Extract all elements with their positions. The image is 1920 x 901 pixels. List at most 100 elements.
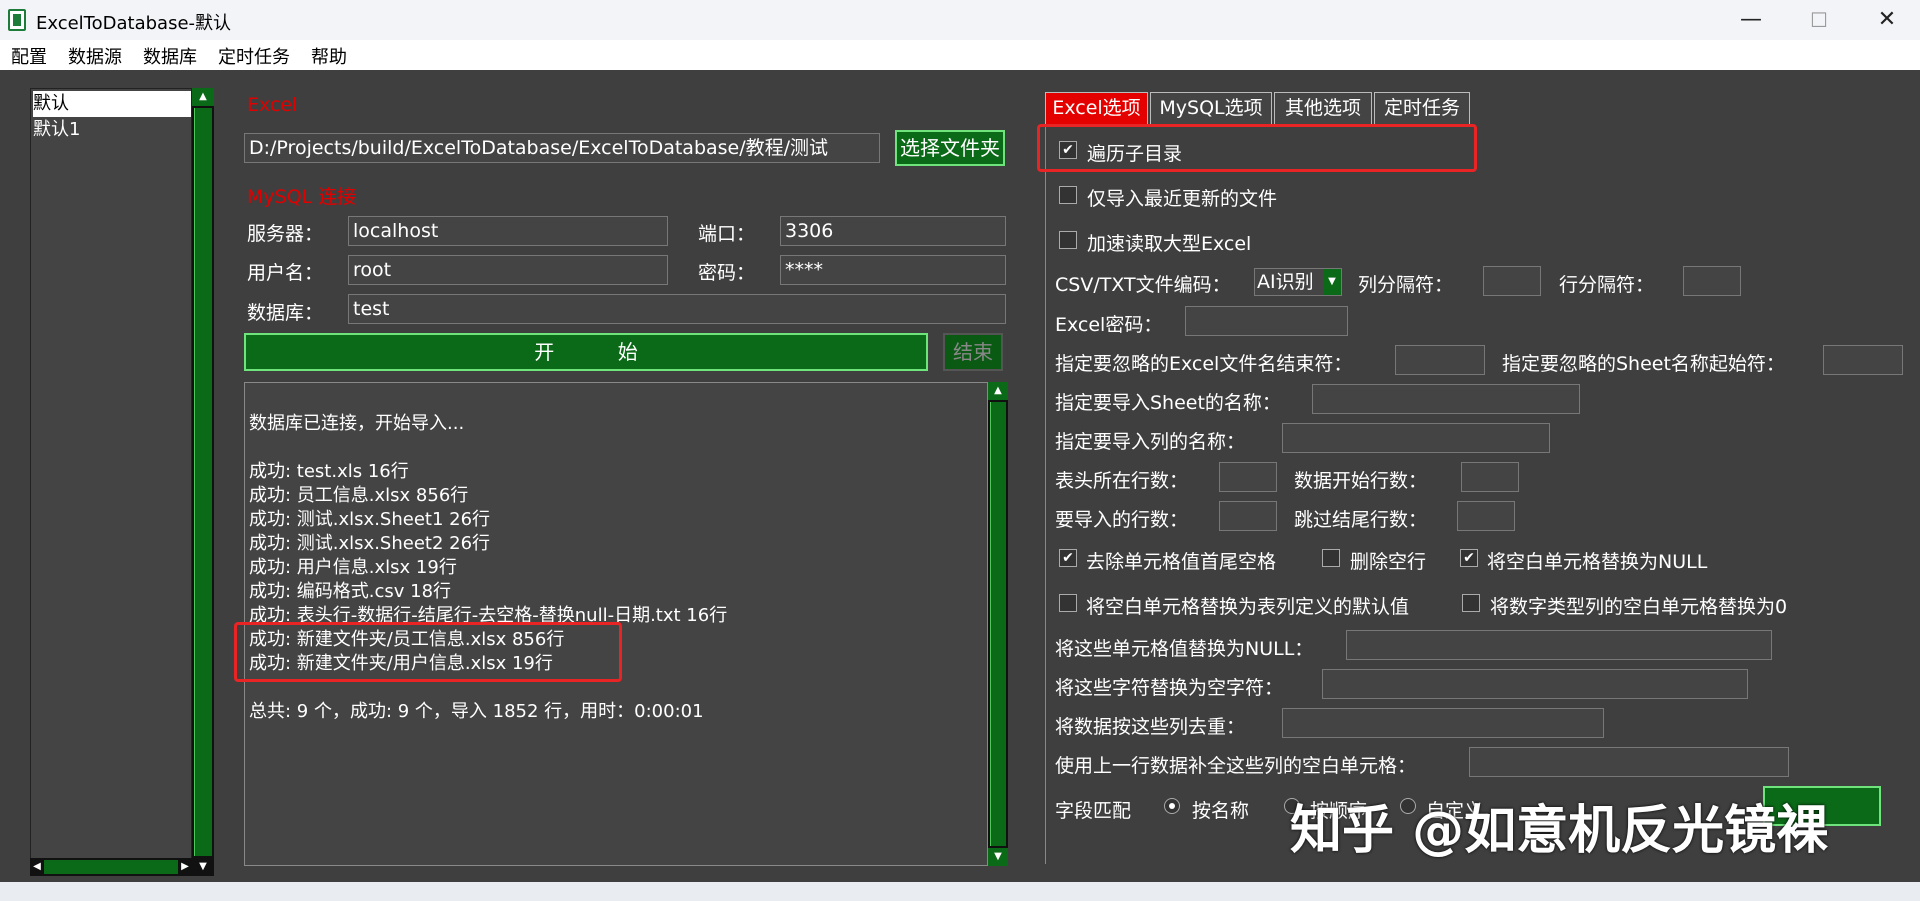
scroll-up-icon[interactable]: ▲: [192, 88, 214, 106]
column-names-input[interactable]: [1282, 423, 1550, 453]
tab-other-options[interactable]: 其他选项: [1274, 92, 1372, 124]
config-list-hscroll[interactable]: ◀ ▶: [30, 858, 192, 876]
menu-config[interactable]: 配置: [11, 43, 47, 69]
highlight-box: [234, 622, 622, 682]
highlight-box: [1037, 124, 1477, 172]
scroll-down-icon[interactable]: ▼: [988, 848, 1008, 866]
skip-tail-input[interactable]: [1457, 501, 1515, 531]
password-input[interactable]: ****: [780, 255, 1006, 285]
config-item-default1[interactable]: 默认1: [33, 117, 191, 143]
server-label: 服务器：: [247, 223, 324, 245]
dedupe-label: 将数据按这些列去重：: [1055, 716, 1246, 738]
fill-from-prev-input[interactable]: [1469, 747, 1789, 777]
column-names-label: 指定要导入列的名称：: [1055, 431, 1246, 453]
menu-datasource[interactable]: 数据源: [68, 43, 122, 69]
csv-encoding-label: CSV/TXT文件编码：: [1055, 274, 1231, 296]
fill-from-prev-label: 使用上一行数据补全这些列的空白单元格：: [1055, 755, 1417, 777]
maximize-button[interactable]: ☐: [1788, 0, 1850, 40]
scroll-right-icon[interactable]: ▶: [178, 858, 192, 876]
excel-password-label: Excel密码：: [1055, 314, 1163, 336]
import-recent-checkbox[interactable]: [1059, 186, 1077, 204]
menu-database[interactable]: 数据库: [143, 43, 197, 69]
scroll-thumb[interactable]: [990, 402, 1006, 846]
row-sep-input[interactable]: [1683, 266, 1741, 296]
server-input[interactable]: localhost: [348, 216, 668, 246]
menu-schedule[interactable]: 定时任务: [218, 43, 290, 69]
scroll-thumb[interactable]: [44, 860, 178, 874]
minimize-button[interactable]: —: [1720, 0, 1782, 40]
window-title: ExcelToDatabase-默认: [36, 13, 232, 34]
tab-mysql-options[interactable]: MySQL选项: [1150, 92, 1272, 124]
username-label: 用户名：: [247, 262, 324, 284]
log-line: 成功: 员工信息.xlsx 856行: [249, 485, 469, 506]
title-bar: ExcelToDatabase-默认 — ☐ ✕: [0, 0, 1920, 40]
chars-to-empty-label: 将这些字符替换为空字符：: [1055, 677, 1284, 699]
blank-to-null-label: 将空白单元格替换为NULL: [1487, 551, 1708, 573]
excel-path-input[interactable]: D:/Projects/build/ExcelToDatabase/ExcelT…: [244, 133, 880, 163]
scroll-thumb[interactable]: [194, 108, 212, 856]
row-sep-label: 行分隔符：: [1559, 274, 1655, 296]
database-input[interactable]: test: [348, 294, 1006, 324]
log-line: 数据库已连接，开始导入...: [249, 413, 465, 434]
ignore-sheet-prefix-input[interactable]: [1823, 345, 1903, 375]
numeric-blank-to-zero-label: 将数字类型列的空白单元格替换为0: [1490, 596, 1788, 618]
trim-spaces-label: 去除单元格值首尾空格: [1086, 551, 1277, 573]
sheet-names-label: 指定要导入Sheet的名称：: [1055, 392, 1281, 414]
match-by-name-label: 按名称: [1192, 800, 1250, 822]
values-to-null-input[interactable]: [1346, 630, 1772, 660]
blank-to-default-checkbox[interactable]: [1059, 594, 1077, 612]
delete-empty-rows-label: 删除空行: [1350, 551, 1427, 573]
blank-to-default-label: 将空白单元格替换为表列定义的默认值: [1086, 596, 1410, 618]
scroll-left-icon[interactable]: ◀: [30, 858, 44, 876]
start-button[interactable]: 开 始: [244, 333, 928, 371]
scroll-down-icon[interactable]: ▼: [192, 858, 214, 876]
password-label: 密码：: [698, 262, 756, 284]
log-line: 成功: test.xls 16行: [249, 461, 409, 482]
log-line: 成功: 用户信息.xlsx 19行: [249, 557, 457, 578]
data-start-label: 数据开始行数：: [1294, 470, 1428, 492]
database-label: 数据库：: [247, 302, 324, 324]
speed-large-excel-checkbox[interactable]: [1059, 231, 1077, 249]
trim-spaces-checkbox[interactable]: ✔: [1059, 549, 1077, 567]
excel-app-icon: [8, 9, 26, 31]
delete-empty-rows-checkbox[interactable]: [1322, 549, 1340, 567]
match-by-name-radio[interactable]: [1164, 798, 1180, 814]
config-item-default[interactable]: 默认: [33, 91, 191, 117]
import-recent-label: 仅导入最近更新的文件: [1087, 188, 1278, 210]
sheet-names-input[interactable]: [1312, 384, 1580, 414]
tab-excel-options[interactable]: Excel选项: [1045, 92, 1148, 124]
tab-schedule[interactable]: 定时任务: [1374, 92, 1470, 124]
mysql-section-label: MySQL 连接: [247, 186, 357, 208]
watermark: 知乎 @如意机反光镜裸: [1290, 801, 1829, 861]
log-line: 成功: 测试.xlsx.Sheet2 26行: [249, 533, 491, 554]
chars-to-empty-input[interactable]: [1322, 669, 1748, 699]
panel-divider: [1045, 124, 1046, 864]
skip-tail-label: 跳过结尾行数：: [1294, 509, 1428, 531]
excel-section-label: Excel: [247, 94, 298, 116]
data-start-input[interactable]: [1461, 462, 1519, 492]
csv-encoding-value: AI识别: [1257, 271, 1314, 293]
ignore-file-suffix-input[interactable]: [1395, 345, 1485, 375]
rows-to-import-label: 要导入的行数：: [1055, 509, 1189, 531]
log-line: 成功: 编码格式.csv 18行: [249, 581, 452, 602]
log-vscroll[interactable]: ▲ ▼: [988, 382, 1008, 866]
excel-password-input[interactable]: [1185, 306, 1348, 336]
username-input[interactable]: root: [348, 255, 668, 285]
chevron-down-icon[interactable]: ▼: [1323, 269, 1341, 295]
numeric-blank-to-zero-checkbox[interactable]: [1462, 594, 1480, 612]
port-input[interactable]: 3306: [780, 216, 1006, 246]
config-list-vscroll[interactable]: ▲ ▼: [192, 88, 214, 876]
csv-encoding-select[interactable]: AI识别 ▼: [1254, 268, 1342, 296]
scroll-up-icon[interactable]: ▲: [988, 382, 1008, 400]
menu-help[interactable]: 帮助: [311, 43, 347, 69]
log-summary: 总共: 9 个，成功: 9 个，导入 1852 行，用时：0:00:01: [249, 701, 704, 722]
dedupe-input[interactable]: [1282, 708, 1604, 738]
header-row-input[interactable]: [1219, 462, 1277, 492]
choose-folder-button[interactable]: 选择文件夹: [895, 130, 1005, 166]
close-button[interactable]: ✕: [1856, 0, 1918, 40]
values-to-null-label: 将这些单元格值替换为NULL：: [1055, 638, 1314, 660]
col-sep-input[interactable]: [1483, 266, 1541, 296]
stop-button[interactable]: 结束: [943, 333, 1003, 371]
rows-to-import-input[interactable]: [1219, 501, 1277, 531]
blank-to-null-checkbox[interactable]: ✔: [1460, 549, 1478, 567]
